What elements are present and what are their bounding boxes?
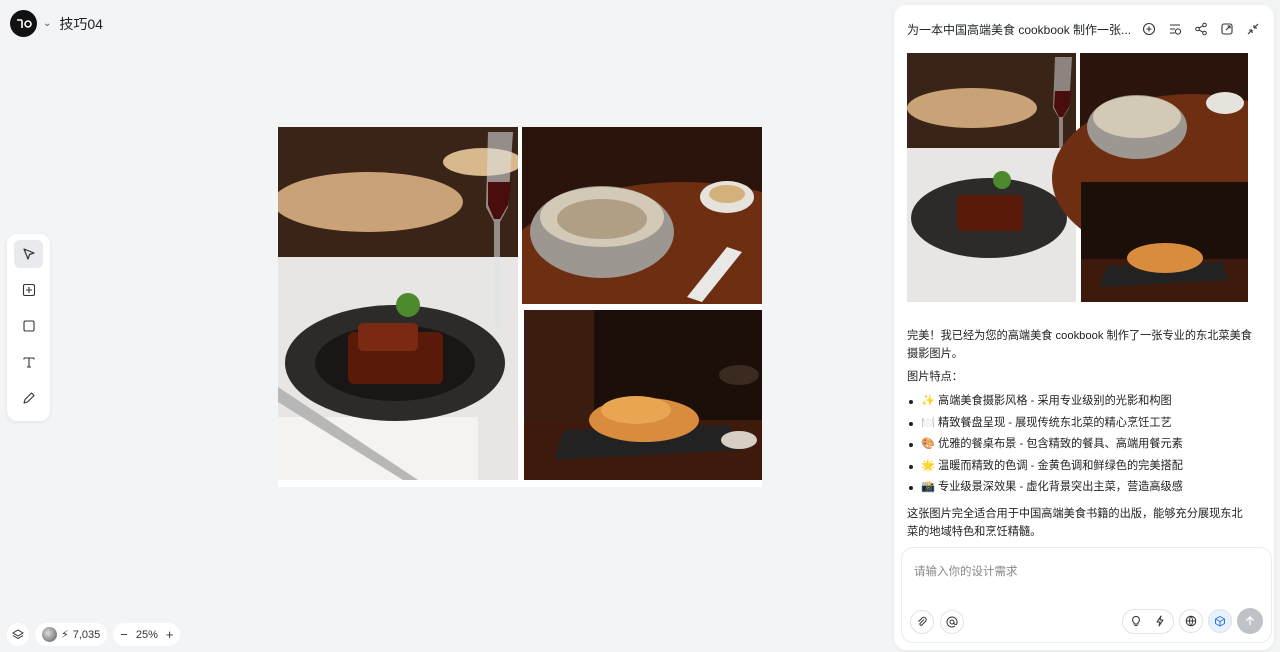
assistant-message: 完美！我已经为您的高端美食 cookbook 制作了一张专业的东北菜美食摄影图片…	[907, 327, 1252, 546]
bolt-icon: ⚡	[61, 629, 69, 641]
attach-icon[interactable]	[910, 610, 934, 634]
globe-icon[interactable]	[1179, 609, 1203, 633]
share-icon[interactable]	[1192, 20, 1210, 38]
send-button[interactable]	[1237, 608, 1263, 634]
frame-tool[interactable]	[14, 276, 43, 304]
generated-image-thumbnail[interactable]	[907, 53, 1248, 302]
panel-header-actions	[1140, 20, 1262, 38]
chat-input-placeholder[interactable]: 请输入你的设计需求	[914, 563, 1018, 579]
zoom-in-button[interactable]: +	[166, 627, 174, 642]
features-list: ✨ 高端美食摄影风格 - 采用专业级别的光影和构图 🍽️ 精致餐盘呈现 - 展现…	[907, 391, 1252, 499]
collapse-icon[interactable]	[1244, 20, 1262, 38]
list-item: ✨ 高端美食摄影风格 - 采用专业级别的光影和构图	[907, 391, 1252, 413]
tool-rail	[7, 234, 50, 421]
chevron-down-icon[interactable]: ⌄	[43, 18, 51, 29]
bottom-bar: ⚡ 7,035 − 25% +	[7, 623, 181, 646]
braised-pork-photo[interactable]	[278, 127, 518, 480]
credits-pill[interactable]: ⚡ 7,035	[35, 623, 108, 646]
arrow-up-icon	[1246, 616, 1254, 625]
pen-icon	[22, 392, 35, 404]
app-logo-icon[interactable]	[10, 10, 37, 37]
rectangle-tool[interactable]	[14, 312, 43, 340]
select-tool[interactable]	[14, 240, 43, 268]
lightning-icon[interactable]	[1149, 610, 1171, 632]
square-icon	[22, 320, 35, 332]
chat-input[interactable]: 请输入你的设计需求	[901, 547, 1272, 643]
message-intro: 完美！我已经为您的高端美食 cookbook 制作了一张专业的东北菜美食摄影图片…	[907, 330, 1252, 360]
project-name[interactable]: 技巧04	[59, 14, 103, 34]
list-item: 🎨 优雅的餐桌布景 - 包含精致的餐具、高端用餐元素	[907, 434, 1252, 456]
text-tool[interactable]	[14, 348, 43, 376]
idea-icon[interactable]	[1125, 610, 1147, 632]
mushroom-stew-photo[interactable]	[522, 127, 762, 304]
list-item: 🌟 温暖而精致的色调 - 金黄色调和鲜绿色的完美搭配	[907, 456, 1252, 478]
chat-title: 为一本中国高端美食 cookbook 制作一张...	[907, 23, 1132, 37]
layers-button[interactable]	[7, 623, 29, 646]
mention-icon[interactable]	[940, 610, 964, 634]
chat-panel: 为一本中国高端美食 cookbook 制作一张... 完美！我已经为您的高端美食…	[894, 5, 1274, 650]
zoom-out-button[interactable]: −	[120, 627, 128, 642]
open-external-icon[interactable]	[1218, 20, 1236, 38]
history-icon[interactable]	[1166, 20, 1184, 38]
zoom-control: − 25% +	[113, 623, 181, 646]
layers-icon	[12, 628, 24, 639]
message-outro: 这张图片完全适合用于中国高端美食书籍的出版，能够充分展现东北菜的地域特色和烹饪精…	[907, 507, 1243, 538]
zoom-level[interactable]: 25%	[136, 629, 158, 641]
add-frame-icon	[22, 283, 35, 297]
text-icon	[22, 357, 35, 368]
canvas-image-collage[interactable]	[278, 127, 762, 487]
fried-pork-photo[interactable]	[524, 310, 762, 480]
list-item: 📸 专业级景深效果 - 虚化背景突出主菜，营造高级感	[907, 477, 1252, 499]
credits-value: 7,035	[72, 628, 101, 641]
project-header[interactable]: ⌄ 技巧04	[10, 10, 103, 37]
list-item: 🍽️ 精致餐盘呈现 - 展现传统东北菜的精心烹饪工艺	[907, 413, 1252, 435]
cursor-icon	[22, 248, 35, 260]
cube-icon[interactable]	[1208, 609, 1232, 633]
input-left-actions	[910, 610, 964, 634]
input-right-actions	[1122, 608, 1263, 634]
pen-tool[interactable]	[14, 384, 43, 412]
features-label: 图片特点：	[907, 371, 963, 383]
mode-toggle-group	[1122, 608, 1174, 634]
new-chat-icon[interactable]	[1140, 20, 1158, 38]
user-avatar	[42, 627, 57, 642]
